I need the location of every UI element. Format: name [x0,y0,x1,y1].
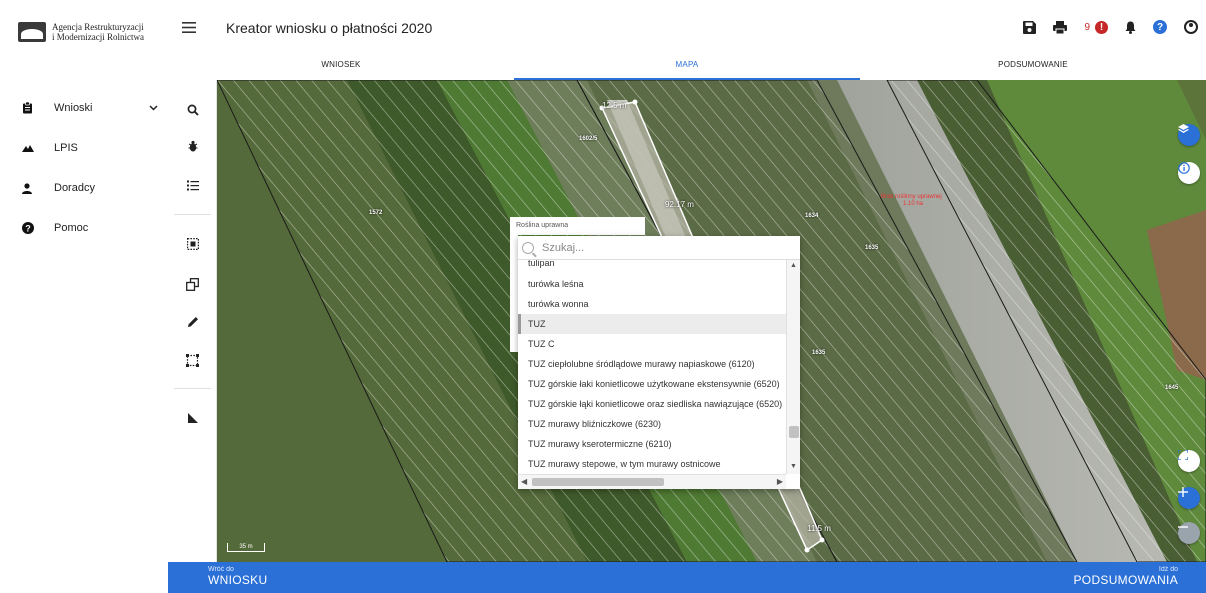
pencil-icon[interactable] [168,308,217,336]
header-actions: 9 ! ? [1023,20,1198,34]
scroll-right-icon[interactable]: ▶ [777,477,783,486]
layers-icon[interactable] [1178,124,1200,146]
sidebar-item-wnioski[interactable]: Wnioski [0,88,168,128]
scroll-up-icon[interactable]: ▲ [790,262,797,269]
tab-mapa[interactable]: MAPA [514,56,860,80]
logo-line-1: Agencja Restrukturyzacji [52,22,144,32]
zoom-out-icon[interactable] [1178,522,1200,544]
crop-option[interactable]: TUZ C [518,334,786,354]
crop-option[interactable]: TUZ górskie łąki konietlicowe oraz siedl… [518,394,786,414]
sidebar-nav: Wnioski LPIS Doradcy ? Pomoc [0,88,168,248]
bell-icon[interactable] [1125,21,1136,34]
crop-dropdown[interactable]: tulipan turówka leśna turówka wonna TUZ … [518,236,800,489]
crop-options-list: tulipan turówka leśna turówka wonna TUZ … [518,260,786,474]
search-icon [522,241,534,254]
save-icon[interactable] [1023,20,1037,34]
clipboard-icon [22,102,44,114]
sidebar-item-pomoc[interactable]: ? Pomoc [0,208,168,248]
sidebar: Agencja Restrukturyzacji i Modernizacji … [0,0,168,593]
draw-rectangle-icon[interactable] [168,346,217,374]
sidebar-item-lpis[interactable]: LPIS [0,128,168,168]
scroll-thumb[interactable] [532,478,664,486]
logo-icon [18,22,46,42]
notification-count: 9 [1084,21,1090,33]
crop-option[interactable]: TUZ murawy kserotermiczne (6210) [518,434,786,454]
print-icon[interactable] [1053,20,1068,34]
fullscreen-icon[interactable] [1178,450,1200,472]
back-target: WNIOSKU [208,573,268,587]
user-icon[interactable] [1184,20,1198,34]
sidebar-item-label: Pomoc [54,222,89,234]
parcel-label: 1572 [369,210,383,216]
logo-line-2: i Modernizacji Rolnictwa [52,32,144,42]
scroll-left-icon[interactable]: ◀ [521,477,527,486]
svg-text:?: ? [25,224,31,234]
footer-nav: Wróć do WNIOSKU Idź do PODSUMOWANIA [168,562,1206,593]
back-to-application-button[interactable]: Wróć do WNIOSKU [208,566,267,587]
crop-option[interactable]: tulipan [518,260,786,274]
main-tabs: WNIOSEK MAPA PODSUMOWANIE [168,56,1206,80]
crop-search-input[interactable] [542,241,782,254]
list-icon[interactable] [168,171,217,199]
crop-search [518,236,800,260]
alert-icon[interactable]: ! [1095,20,1108,34]
question-circle-icon: ? [22,222,44,234]
horizontal-scrollbar[interactable]: ◀ ▶ [518,474,786,489]
scroll-thumb[interactable] [789,426,799,438]
sidebar-item-doradcy[interactable]: Doradcy [0,168,168,208]
crop-option[interactable]: turówka wonna [518,294,786,314]
next-target: PODSUMOWANIA [1073,573,1178,587]
arimr-logo[interactable]: Agencja Restrukturyzacji i Modernizacji … [18,22,144,42]
sidebar-item-label: LPIS [54,142,78,154]
crop-field-panel [510,235,518,352]
crop-option[interactable]: TUZ murawy bliźniczkowe (6230) [518,414,786,434]
crop-option[interactable]: TUZ ciepłolubne śródlądowe murawy napias… [518,354,786,374]
parcel-label: 1634 [805,213,819,219]
parcel-label: 1602/5 [579,136,598,142]
sidebar-item-label: Doradcy [54,182,95,194]
map-tools [168,80,217,562]
next-caption: Idź do [1158,566,1178,573]
mountain-icon [22,144,44,152]
crop-option[interactable]: turówka leśna [518,274,786,294]
info-icon[interactable] [1178,162,1200,184]
sidebar-item-label: Wnioski [54,102,93,114]
dimension-label: 11.5 m [807,524,831,533]
dimension-label: 12.5 m [602,101,627,110]
top-header: Kreator wniosku o płatności 2020 9 ! ? [168,0,1206,56]
go-to-summary-button[interactable]: Idź do PODSUMOWANIA [1074,566,1179,587]
tools-divider [174,388,211,389]
select-parcel-icon[interactable] [168,230,217,258]
missing-crop-warning: Brak roślinny uprawnej 1.10 ha [881,194,942,207]
tools-divider [174,214,211,215]
copy-shape-icon[interactable] [168,270,217,298]
chevron-down-icon[interactable] [149,103,158,113]
vertical-scrollbar[interactable]: ▲ ▼ [786,260,800,474]
crop-option-selected[interactable]: TUZ [518,314,786,334]
person-icon [22,182,44,194]
parcel-label: 1645 [1165,385,1179,391]
parcel-label: 1635 [812,350,826,356]
measure-area-icon[interactable] [168,404,217,432]
hamburger-menu-icon[interactable] [182,20,196,38]
crop-option[interactable]: TUZ murawy stepowe, w tym murawy ostnico… [518,454,786,474]
crop-field-label: Roślina uprawna [510,217,645,235]
help-icon[interactable]: ? [1153,20,1167,34]
tab-podsumowanie[interactable]: PODSUMOWANIE [860,56,1206,80]
tab-wniosek[interactable]: WNIOSEK [168,56,514,80]
parcel-label: 1635 [865,245,879,251]
scale-bar: 35 m [227,543,265,552]
zoom-in-icon[interactable] [1178,487,1200,509]
pest-icon[interactable] [168,132,217,160]
page-title: Kreator wniosku o płatności 2020 [226,20,433,36]
search-icon[interactable] [168,96,217,124]
back-caption: Wróć do [208,566,234,573]
scroll-down-icon[interactable]: ▼ [790,463,797,470]
crop-option[interactable]: TUZ górskie łaki konietlicowe użytkowane… [518,374,786,394]
dimension-label: 92.17 m [665,200,694,209]
